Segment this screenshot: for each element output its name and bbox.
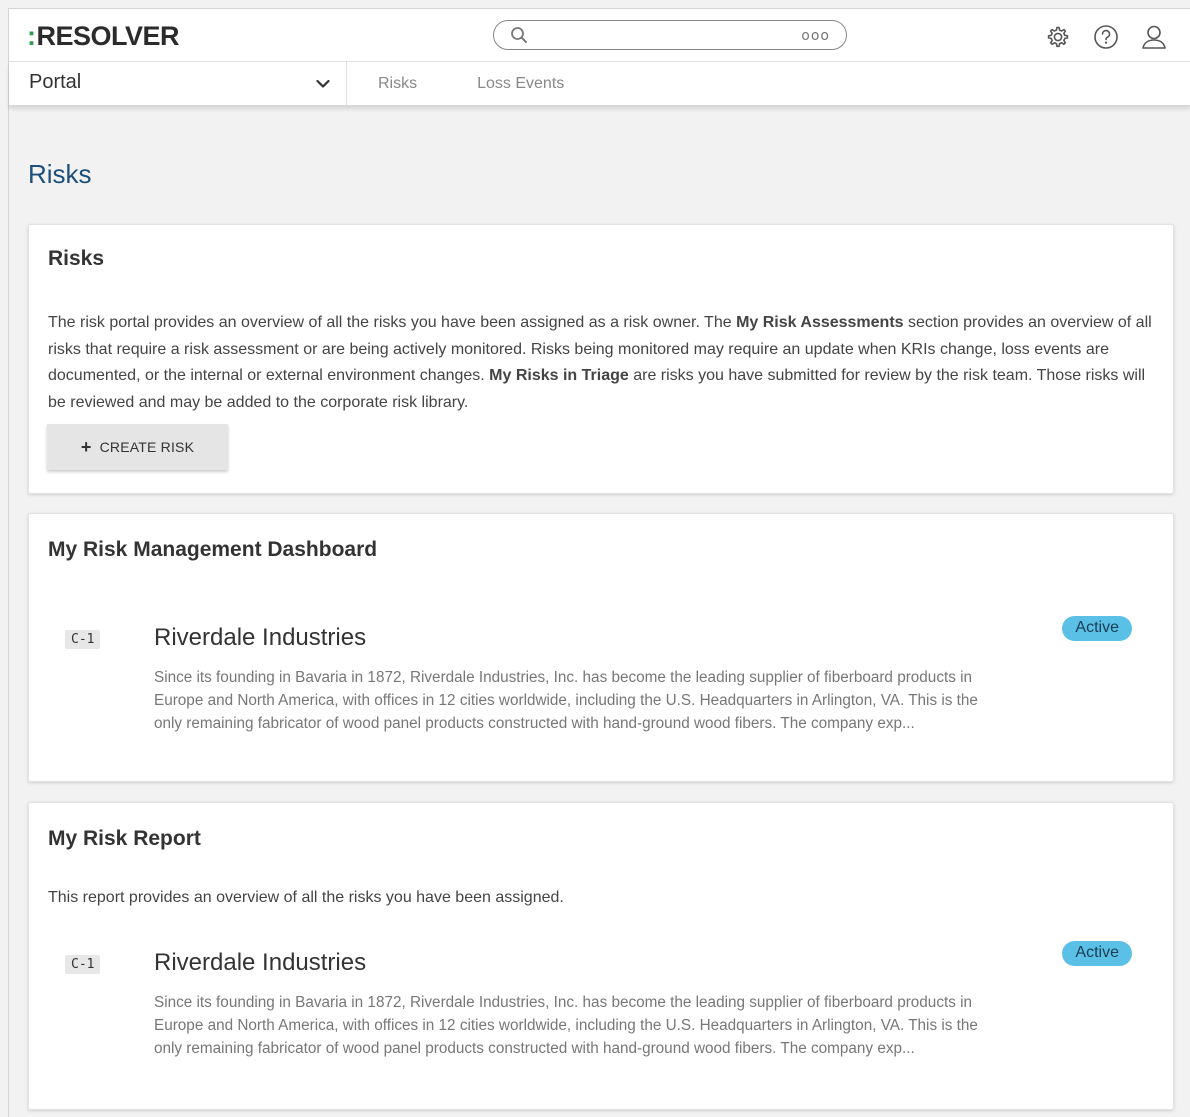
status-badge: Active: [1062, 941, 1132, 966]
risk-id-badge: C-1: [65, 955, 101, 974]
create-risk-button[interactable]: + CREATE RISK: [47, 424, 228, 470]
risk-title-link[interactable]: Riverdale Industries: [154, 949, 366, 977]
risk-id-badge: C-1: [65, 630, 101, 649]
report-card-heading: My Risk Report: [48, 827, 201, 850]
create-risk-label: CREATE RISK: [99, 439, 195, 455]
risks-desc-part-1: The risk portal provides an overview of …: [48, 314, 737, 331]
risk-title-link[interactable]: Riverdale Industries: [154, 624, 366, 652]
risks-card-description: The risk portal provides an overview of …: [48, 310, 1158, 416]
help-icon[interactable]: [1092, 23, 1120, 51]
risks-desc-bold-1: My Risk Assessments: [736, 314, 904, 331]
portal-label: Portal: [29, 71, 82, 93]
risk-description: Since its founding in Bavaria in 1872, R…: [154, 994, 978, 1057]
risks-desc-bold-2: My Risks in Triage: [489, 367, 629, 384]
dashboard-card: My Risk Management Dashboard C-1 Riverda…: [28, 513, 1174, 782]
chevron-down-icon: [316, 76, 330, 94]
risk-description: Since its founding in Bavaria in 1872, R…: [154, 669, 978, 732]
risks-card: Risks The risk portal provides an overvi…: [28, 224, 1174, 494]
report-card: My Risk Report This report provides an o…: [28, 802, 1174, 1110]
gear-icon[interactable]: [1044, 23, 1072, 51]
search-icon: [510, 26, 528, 49]
dashboard-card-heading: My Risk Management Dashboard: [48, 538, 378, 561]
logo-text: RESOLVER: [36, 21, 180, 51]
user-icon[interactable]: [1140, 23, 1168, 51]
plus-icon: +: [80, 437, 92, 457]
nav-link-loss-events[interactable]: Loss Events: [477, 75, 564, 93]
logo-colon: :: [27, 21, 36, 51]
report-card-description: This report provides an overview of all …: [48, 889, 564, 906]
portal-dropdown[interactable]: Portal: [9, 62, 347, 105]
app-window: :RESOLVER ooo Portal Risks Loss Events R…: [8, 8, 1190, 1117]
resolver-logo[interactable]: :RESOLVER: [27, 21, 180, 52]
list-item[interactable]: C-1 Riverdale Industries Since its found…: [29, 941, 1173, 1059]
top-bar: :RESOLVER ooo: [9, 9, 1190, 62]
page-title: Risks: [28, 159, 92, 189]
risks-card-heading: Risks: [48, 247, 105, 270]
status-badge: Active: [1062, 616, 1132, 641]
list-item[interactable]: C-1 Riverdale Industries Since its found…: [29, 616, 1173, 734]
search-options-icon[interactable]: ooo: [801, 28, 830, 44]
search-input[interactable]: ooo: [493, 20, 847, 50]
nav-link-risks[interactable]: Risks: [378, 75, 417, 93]
nav-bar: Portal Risks Loss Events: [9, 62, 1190, 106]
